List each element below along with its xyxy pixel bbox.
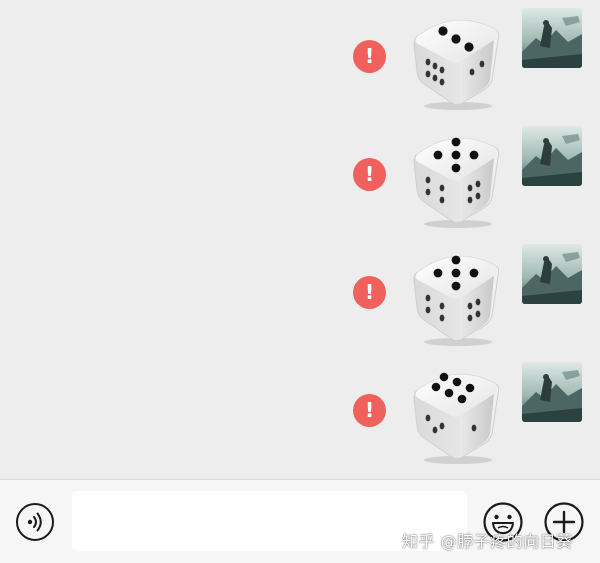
dice-sticker[interactable] <box>408 242 506 348</box>
message-row: ! <box>0 356 600 466</box>
send-failed-icon[interactable]: ! <box>353 158 386 191</box>
send-failed-icon[interactable]: ! <box>353 394 386 427</box>
send-failed-icon[interactable]: ! <box>353 40 386 73</box>
watermark: 知乎 @脖子疼的向日葵 <box>402 532 573 551</box>
chat-area: ! ! ! ! <box>0 0 600 480</box>
avatar[interactable] <box>522 244 582 304</box>
message-row: ! <box>0 238 600 348</box>
voice-icon <box>27 512 42 532</box>
avatar[interactable] <box>522 362 582 422</box>
avatar[interactable] <box>522 126 582 186</box>
dice-sticker[interactable] <box>408 6 506 112</box>
dice-sticker[interactable] <box>408 124 506 230</box>
send-failed-icon[interactable]: ! <box>353 276 386 309</box>
dice-sticker[interactable] <box>408 360 506 466</box>
message-row: ! <box>0 2 600 112</box>
message-row: ! <box>0 120 600 230</box>
voice-button[interactable] <box>16 503 54 541</box>
avatar[interactable] <box>522 8 582 68</box>
